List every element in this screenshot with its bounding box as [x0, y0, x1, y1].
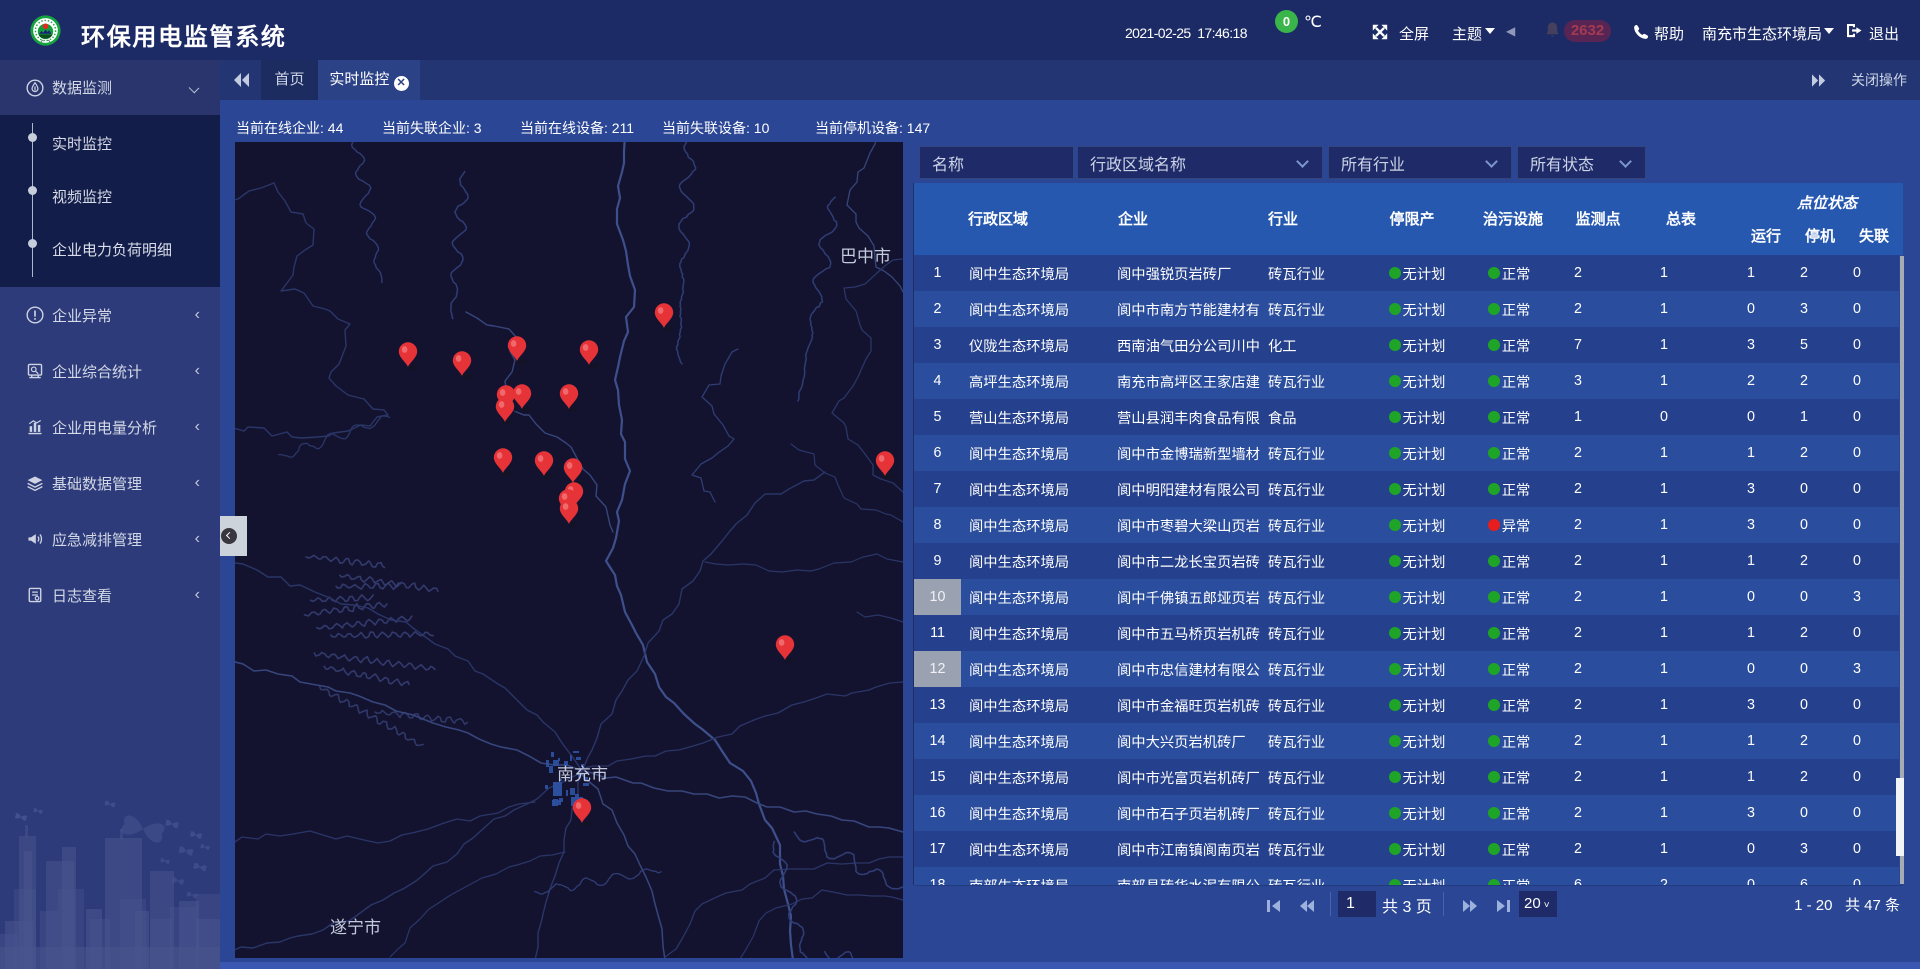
svg-text:巴中市: 巴中市: [840, 247, 891, 266]
svg-text:遂宁市: 遂宁市: [330, 918, 381, 937]
svg-text:南充市: 南充市: [557, 765, 608, 784]
